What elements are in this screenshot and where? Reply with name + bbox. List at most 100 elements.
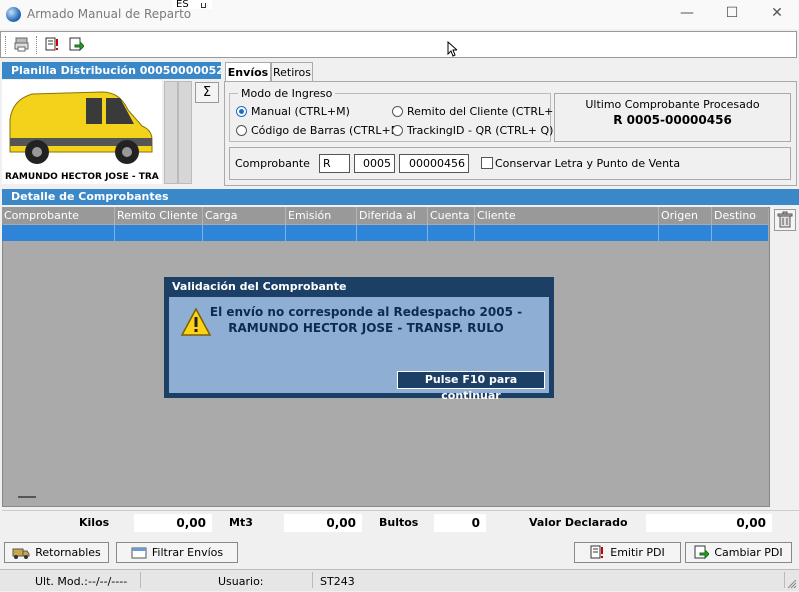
radio-remito-cliente[interactable]: Remito del Cliente (CTRL+I) [392,104,561,118]
emitir-pdi-button[interactable]: Emitir PDI [574,542,681,563]
valor-declarado-label: Valor Declarado [529,516,628,529]
col-destino[interactable]: Destino [712,207,768,224]
window-title: Armado Manual de Reparto [27,7,192,21]
toolbar-grip [5,36,7,54]
retornables-label: Retornables [35,546,101,559]
table-cell[interactable] [659,225,712,241]
grid-side-panel [771,207,798,507]
kilos-label: Kilos [79,516,110,529]
status-separator [140,572,141,588]
truck-icon [12,548,30,559]
radio-icon[interactable] [236,124,247,136]
vertical-scroll-2[interactable] [178,81,192,184]
document-alert-icon[interactable] [45,37,60,52]
ime-mark-icon [201,3,206,8]
col-origen[interactable]: Origen [659,207,712,224]
cambiar-pdi-button[interactable]: Cambiar PDI [685,542,792,563]
ult-mod-value: --/--/---- [88,575,128,588]
dialog-line-2: RAMUNDO HECTOR JOSE - TRANSP. RULO [228,321,504,335]
bultos-label: Bultos [379,516,419,529]
emitir-pdi-label: Emitir PDI [610,546,665,559]
filtrar-envios-label: Filtrar Envíos [151,546,224,559]
ultimo-comprobante-box: Ultimo Comprobante Procesado R 0005-0000… [554,93,791,142]
vertical-scroll-1[interactable] [164,81,178,184]
close-button[interactable]: ✕ [755,0,799,26]
planilla-header: Planilla Distribución 000500000520 [2,62,221,79]
minimize-button[interactable]: — [665,0,709,26]
valor-declarado-value: 0,00 [646,514,772,532]
filtrar-envios-button[interactable]: Filtrar Envíos [116,542,238,563]
comprobante-label: Comprobante [235,157,310,170]
conservar-label: Conservar Letra y Punto de Venta [495,157,681,170]
letra-input[interactable]: R [319,154,350,173]
radio-selected-icon[interactable] [236,105,247,117]
punto-venta-input[interactable]: 0005 [354,154,395,173]
table-cell[interactable] [475,225,659,241]
bultos-value: 0 [434,514,486,532]
radio-codigo-label: Código de Barras (CTRL+B) [251,123,403,137]
dialog-line-1: El envío no corresponde al Redespacho 20… [209,305,523,319]
grid-header: Comprobante Remito Cliente Carga Emisión… [2,207,768,224]
table-row[interactable] [2,225,768,241]
driver-label: RAMUNDO HECTOR JOSE - TRA [2,171,162,184]
continue-button[interactable]: Pulse F10 para continuar [397,371,545,402]
radio-remito-label: Remito del Cliente (CTRL+I) [407,104,561,118]
retornables-button[interactable]: Retornables [4,542,109,563]
toolbar [0,31,797,58]
status-separator [312,572,313,588]
table-cell[interactable] [115,225,203,241]
dialog-message: El envío no corresponde al Redespacho 20… [189,304,543,336]
status-separator [784,572,785,588]
table-cell[interactable] [2,225,115,241]
resize-grip-icon[interactable] [787,579,797,592]
document-export-icon [694,545,710,560]
ult-mod-label: Ult. Mod.: [35,575,88,588]
filter-window-icon [131,547,147,558]
radio-codigo-barras[interactable]: Código de Barras (CTRL+B) [236,123,403,137]
dialog-title: Validación del Comprobante [172,280,347,293]
delete-button[interactable] [774,209,796,231]
col-emision[interactable]: Emisión [286,207,357,224]
tab-retiros[interactable]: Retiros [271,62,313,82]
ultimo-comprobante-title: Ultimo Comprobante Procesado [585,98,760,111]
sigma-button[interactable]: Σ [195,82,219,103]
radio-icon[interactable] [392,105,403,117]
col-comprobante[interactable]: Comprobante [2,207,115,224]
radio-tracking-label: TrackingID - QR (CTRL+ Q) [407,123,554,137]
radio-manual[interactable]: Manual (CTRL+M) [236,104,350,118]
table-cell[interactable] [428,225,475,241]
ultimo-comprobante-value: R 0005-00000456 [613,113,732,127]
col-diferida[interactable]: Diferida al [357,207,428,224]
trash-icon [777,211,793,228]
usuario-value: ST243 [320,575,355,588]
col-carga[interactable]: Carga [203,207,286,224]
toolbar-separator [36,36,38,54]
col-remito-cliente[interactable]: Remito Cliente [115,207,203,224]
cambiar-pdi-label: Cambiar PDI [714,546,783,559]
validation-dialog: Validación del Comprobante El envío no c… [164,277,554,402]
maximize-button[interactable]: ☐ [710,0,754,26]
van-image [2,80,162,184]
col-cuenta[interactable]: Cuenta [428,207,475,224]
tab-envios[interactable]: Envíos [225,62,271,82]
col-cliente[interactable]: Cliente [475,207,659,224]
modo-ingreso-legend: Modo de Ingreso [238,87,336,100]
ime-indicator[interactable]: ES [172,0,212,10]
mt3-label: Mt3 [229,516,253,529]
detalle-header: Detalle de Comprobantes [2,189,799,205]
table-cell[interactable] [357,225,428,241]
table-cell[interactable] [286,225,357,241]
conservar-checkbox[interactable] [481,157,493,169]
horizontal-scroll-thumb[interactable] [18,496,36,498]
document-alert-icon [590,545,604,559]
table-cell[interactable] [203,225,286,241]
kilos-value: 0,00 [134,514,212,532]
radio-tracking-qr[interactable]: TrackingID - QR (CTRL+ Q) [392,123,553,137]
radio-manual-label: Manual (CTRL+M) [251,104,350,118]
numero-input[interactable]: 00000456 [399,154,469,173]
mt3-value: 0,00 [284,514,362,532]
usuario-label: Usuario: [218,575,264,588]
printer-icon[interactable] [14,37,29,52]
document-export-icon[interactable] [69,37,85,52]
radio-icon[interactable] [392,124,403,136]
